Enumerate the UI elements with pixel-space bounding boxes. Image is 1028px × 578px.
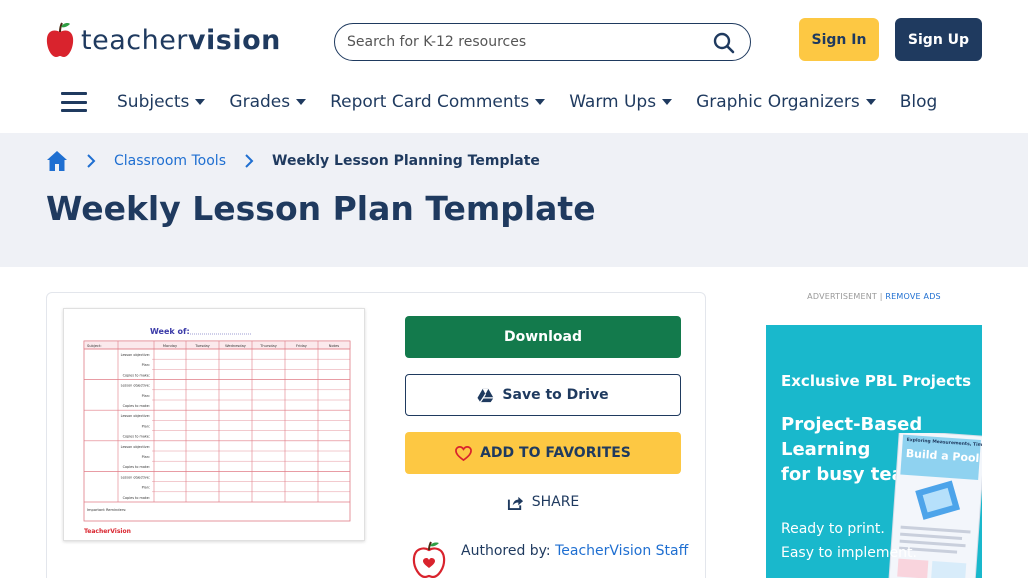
search-icon[interactable] bbox=[712, 31, 736, 55]
thumb-grid: Subject: Monday Tuesday Wednesday Thursday Fr… bbox=[83, 340, 351, 522]
caret-down-icon bbox=[296, 99, 307, 105]
thumb-row-label: Plan: bbox=[142, 363, 150, 367]
thumb-row-label: Plan: bbox=[142, 394, 150, 398]
site-header: teachervision Sign In Sign Up bbox=[0, 0, 1028, 80]
share-icon bbox=[507, 496, 523, 510]
ad-label: ADVERTISEMENT | REMOVE ADS bbox=[766, 292, 982, 301]
ad-subtext-line: Ready to print. bbox=[781, 521, 885, 537]
thumb-column-label: Tuesday bbox=[194, 344, 210, 348]
thumb-row-label: Plan: bbox=[142, 424, 150, 428]
download-button[interactable]: Download bbox=[405, 316, 681, 358]
thumb-column-label: Friday bbox=[296, 344, 308, 348]
caret-down-icon bbox=[535, 99, 546, 105]
page-title: Weekly Lesson Plan Template bbox=[46, 189, 596, 228]
author-link[interactable]: TeacherVision Staff bbox=[555, 543, 688, 559]
nav-item-graphic-organizers[interactable]: Graphic Organizers bbox=[696, 92, 876, 112]
ad-label-text: ADVERTISEMENT | bbox=[807, 292, 883, 301]
thumb-column-label: Thursday bbox=[259, 344, 278, 348]
thumb-row-label: Copies to make: bbox=[123, 373, 150, 377]
ad-subtext-line: Easy to implement. bbox=[781, 545, 917, 561]
thumb-brand: TeacherVision bbox=[84, 528, 131, 535]
ad-kicker: Exclusive PBL Projects bbox=[781, 372, 972, 390]
search-bar bbox=[334, 23, 751, 61]
resource-thumbnail[interactable]: Week of: Subject: Monday Tuesday Wednesday T… bbox=[63, 308, 365, 541]
thumb-row-label: Copies to make: bbox=[123, 496, 150, 500]
main-nav: Subjects Grades Report Card Comments War… bbox=[0, 80, 1028, 133]
google-drive-icon bbox=[477, 388, 494, 402]
heart-icon bbox=[455, 445, 472, 461]
remove-ads-link[interactable]: REMOVE ADS bbox=[885, 292, 940, 301]
nav-items: Subjects Grades Report Card Comments War… bbox=[117, 92, 961, 112]
thumb-row-label: Lesson objective: bbox=[121, 445, 150, 449]
save-to-drive-label: Save to Drive bbox=[502, 387, 609, 403]
thumb-row-label: Copies to make: bbox=[123, 465, 150, 469]
breadcrumb-link-classroom-tools[interactable]: Classroom Tools bbox=[114, 153, 226, 169]
thumb-heading: Week of: bbox=[150, 327, 190, 336]
page-header-band: Classroom Tools Weekly Lesson Planning T… bbox=[0, 133, 1028, 267]
thumb-column-label: Subject: bbox=[87, 344, 102, 348]
thumb-column-label: Notes bbox=[329, 344, 340, 348]
nav-item-subjects[interactable]: Subjects bbox=[117, 92, 206, 112]
nav-item-grades[interactable]: Grades bbox=[229, 92, 307, 112]
advertisement[interactable]: Exclusive PBL Projects Project-Based Lea… bbox=[766, 325, 982, 578]
logo-wordmark: teachervision bbox=[81, 24, 281, 56]
thumb-row-label: Lesson objective: bbox=[121, 384, 150, 388]
save-to-drive-button[interactable]: Save to Drive bbox=[405, 374, 681, 416]
sign-up-button[interactable]: Sign Up bbox=[895, 18, 982, 61]
search-input[interactable] bbox=[347, 34, 697, 50]
thumb-row-label: Lesson objective: bbox=[121, 414, 150, 418]
home-icon[interactable] bbox=[46, 150, 68, 172]
share-button[interactable]: SHARE bbox=[505, 489, 581, 515]
breadcrumb-current: Weekly Lesson Planning Template bbox=[272, 153, 540, 169]
nav-item-warm-ups[interactable]: Warm Ups bbox=[569, 92, 673, 112]
thumb-row-label: Plan: bbox=[142, 486, 150, 490]
caret-down-icon bbox=[865, 99, 876, 105]
nav-item-blog[interactable]: Blog bbox=[900, 92, 938, 112]
breadcrumb: Classroom Tools Weekly Lesson Planning T… bbox=[46, 148, 540, 174]
teachervision-logo[interactable]: teachervision bbox=[45, 20, 281, 60]
thumb-column-label: Wednesday bbox=[225, 344, 247, 348]
chevron-right-icon bbox=[245, 154, 254, 168]
author-credit: Authored by: TeacherVision Staff bbox=[461, 540, 691, 562]
caret-down-icon bbox=[195, 99, 206, 105]
author-prefix: Authored by: bbox=[461, 543, 551, 559]
thumb-footer-label: Important Reminders: bbox=[87, 508, 126, 512]
thumb-row-label: Copies to make: bbox=[123, 404, 150, 408]
hamburger-menu-icon[interactable] bbox=[61, 90, 87, 114]
caret-down-icon bbox=[662, 99, 673, 105]
chevron-right-icon bbox=[87, 154, 96, 168]
add-to-favorites-label: ADD TO FAVORITES bbox=[480, 445, 631, 461]
thumb-row-label: Copies to make: bbox=[123, 435, 150, 439]
add-to-favorites-button[interactable]: ADD TO FAVORITES bbox=[405, 432, 681, 474]
ad-subtext: Ready to print. Easy to implement. bbox=[781, 517, 917, 565]
nav-item-report-card-comments[interactable]: Report Card Comments bbox=[330, 92, 546, 112]
thumb-row-label: Lesson objective: bbox=[121, 475, 150, 479]
share-label: SHARE bbox=[531, 494, 580, 510]
author-avatar bbox=[412, 541, 446, 578]
thumb-column-label: Monday bbox=[163, 344, 178, 348]
apple-logo-icon bbox=[46, 22, 74, 57]
thumb-row-label: Plan: bbox=[142, 455, 150, 459]
thumb-row-label: Lesson objective: bbox=[121, 353, 150, 357]
worksheet-preview: Week of: Subject: Monday Tuesday Wednesday T… bbox=[83, 327, 351, 535]
sign-in-button[interactable]: Sign In bbox=[799, 18, 879, 61]
